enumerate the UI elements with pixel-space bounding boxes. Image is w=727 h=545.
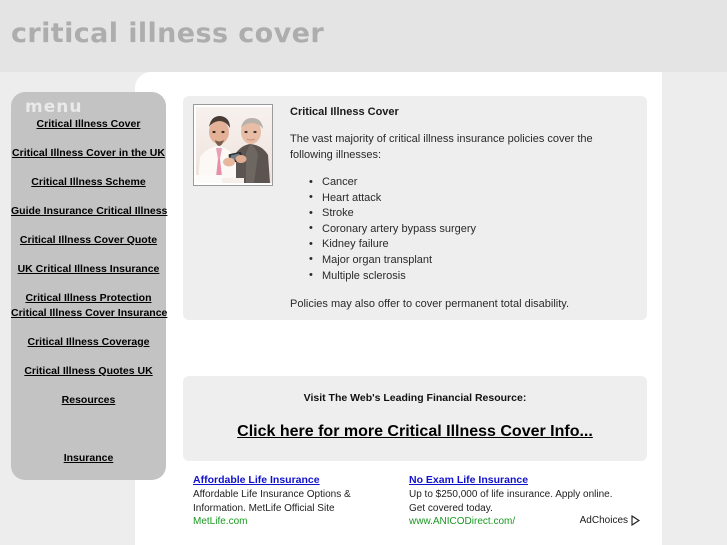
list-item: Coronary artery bypass surgery xyxy=(309,221,637,238)
sidebar-item-critical-illness-quotes-uk[interactable]: Critical Illness Quotes UK xyxy=(11,365,166,377)
main-column: Critical Illness Cover The vast majority… xyxy=(175,88,655,470)
promo-kicker: Visit The Web's Leading Financial Resour… xyxy=(303,392,527,405)
two-men-looking-at-phone-photo xyxy=(196,107,272,183)
sidebar-item-critical-illness-cover[interactable]: Critical Illness Cover xyxy=(11,118,166,130)
sidebar-item-critical-illness-cover-insurance[interactable]: Critical Illness Cover Insurance xyxy=(11,307,167,319)
list-item: Kidney failure xyxy=(309,237,637,253)
list-item: Multiple sclerosis xyxy=(309,268,637,285)
list-item: Cancer xyxy=(309,175,637,191)
header-band: critical illness cover xyxy=(0,0,727,72)
ad-title-link[interactable]: No Exam Life Insurance xyxy=(409,474,619,486)
sidebar-item-uk-critical-illness-insurance[interactable]: UK Critical Illness Insurance xyxy=(11,263,166,275)
sidebar-item-guide-insurance-critical-illness[interactable]: Guide Insurance Critical Illness xyxy=(11,205,167,217)
ad-display-url[interactable]: MetLife.com xyxy=(193,515,403,528)
ad-unit-affordable-life-insurance: Affordable Life Insurance Affordable Lif… xyxy=(193,474,409,528)
ad-description-line-1: Up to $250,000 of life insurance. Apply … xyxy=(409,489,613,500)
ad-description-line-2: Information. MetLife Official Site xyxy=(193,502,335,514)
sidebar-item-critical-illness-coverage[interactable]: Critical Illness Coverage xyxy=(11,336,166,348)
article-body: Critical Illness Cover The vast majority… xyxy=(290,104,637,310)
ad-description-line-2: Get covered today. xyxy=(409,502,493,514)
promo-cta-link[interactable]: Click here for more Critical Illness Cov… xyxy=(237,423,593,441)
sidebar-item-critical-illness-cover-in-the-uk[interactable]: Critical Illness Cover in the UK xyxy=(11,147,166,159)
sidebar-item-critical-illness-scheme[interactable]: Critical Illness Scheme xyxy=(11,176,166,188)
covered-illnesses-list: Cancer Heart attack Stroke Coronary arte… xyxy=(290,175,637,284)
adchoices-button[interactable]: AdChoices xyxy=(579,514,641,527)
adchoices-label: AdChoices xyxy=(579,515,628,526)
ad-description-line-1: Affordable Life Insurance Options & xyxy=(193,489,351,500)
sidebar-item-resources[interactable]: Resources xyxy=(11,394,166,406)
promo-card: Visit The Web's Leading Financial Resour… xyxy=(175,368,655,470)
article-footer-paragraph: Policies may also offer to cover permane… xyxy=(290,298,570,311)
adchoices-triangle-icon xyxy=(631,514,641,527)
sidebar-item-critical-illness-protection[interactable]: Critical Illness Protection xyxy=(11,292,166,304)
list-item: Stroke xyxy=(309,206,637,222)
ad-title-link[interactable]: Affordable Life Insurance xyxy=(193,474,403,486)
article-card: Critical Illness Cover The vast majority… xyxy=(175,88,655,329)
sidebar-menu: menu Critical Illness Cover Critical Ill… xyxy=(11,92,167,480)
site-title: critical illness cover xyxy=(11,18,325,49)
article-title: Critical Illness Cover xyxy=(290,106,399,118)
sidebar-item-critical-illness-cover-quote[interactable]: Critical Illness Cover Quote xyxy=(11,234,166,246)
article-image-frame xyxy=(193,104,273,186)
menu-link-list: Critical Illness Cover Critical Illness … xyxy=(11,114,167,464)
ads-block: Affordable Life Insurance Affordable Lif… xyxy=(193,474,646,528)
list-item: Major organ transplant xyxy=(309,252,637,269)
list-item: Heart attack xyxy=(309,190,637,207)
bottom-strip-white xyxy=(135,528,662,545)
sidebar-item-insurance[interactable]: Insurance xyxy=(11,452,166,464)
article-intro-paragraph: The vast majority of critical illness in… xyxy=(290,133,593,161)
